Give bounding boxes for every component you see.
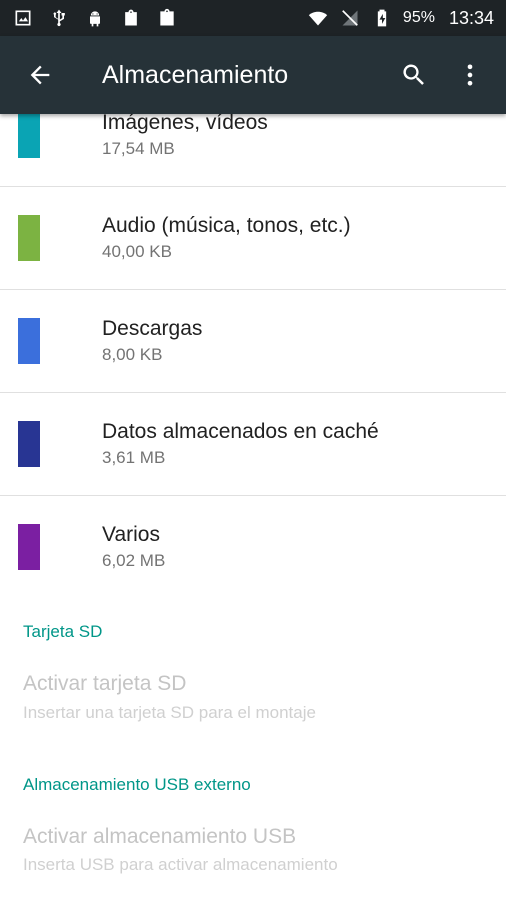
overflow-menu-button[interactable] — [442, 47, 498, 103]
page-title: Almacenamiento — [102, 60, 289, 89]
storage-item-size: 8,00 KB — [102, 345, 163, 364]
storage-item-size: 17,54 MB — [102, 139, 175, 158]
storage-item-title: Audio (música, tonos, etc.) — [102, 214, 351, 237]
storage-item-images-videos[interactable]: Imágenes, vídeos 17,54 MB — [0, 114, 506, 187]
clipboard-icon — [120, 7, 142, 29]
category-color-swatch — [18, 421, 40, 467]
category-color-swatch — [18, 215, 40, 261]
clipboard-check-icon — [156, 7, 178, 29]
status-bar: 95% 13:34 — [0, 0, 506, 36]
wifi-icon — [307, 7, 329, 29]
clock: 13:34 — [448, 7, 494, 28]
storage-item-size: 3,61 MB — [102, 448, 166, 467]
mount-sd-card-title: Activar tarjeta SD — [23, 672, 187, 695]
system-icons: 95% 13:34 — [307, 7, 494, 29]
storage-category-list: Imágenes, vídeos 17,54 MB Audio (música,… — [0, 114, 506, 599]
category-color-swatch — [18, 524, 40, 570]
battery-percentage: 95% — [402, 9, 435, 26]
arrow-back-icon — [30, 65, 50, 85]
storage-item-title: Descargas — [102, 317, 203, 340]
storage-item-size: 6,02 MB — [102, 551, 166, 570]
storage-item-cached-data[interactable]: Datos almacenados en caché 3,61 MB — [0, 393, 506, 496]
image-icon — [12, 7, 34, 29]
storage-item-audio[interactable]: Audio (música, tonos, etc.) 40,00 KB — [0, 187, 506, 290]
category-color-swatch — [18, 318, 40, 364]
more-vert-icon — [467, 64, 473, 86]
notification-icons — [12, 7, 178, 29]
storage-item-downloads[interactable]: Descargas 8,00 KB — [0, 290, 506, 393]
storage-item-size: 40,00 KB — [102, 242, 172, 261]
no-signal-icon — [339, 7, 361, 29]
category-color-swatch — [18, 114, 40, 158]
storage-item-title: Varios — [102, 523, 160, 546]
storage-item-misc[interactable]: Varios 6,02 MB — [0, 496, 506, 599]
app-bar: Almacenamiento — [0, 36, 506, 114]
sd-card-section-header: Tarjeta SD — [23, 622, 103, 641]
usb-icon — [48, 7, 70, 29]
back-button[interactable] — [12, 47, 68, 103]
search-icon — [403, 64, 424, 85]
usb-storage-section-header: Almacenamiento USB externo — [23, 775, 251, 794]
mount-usb-storage-summary: Inserta USB para activar almacenamiento — [23, 855, 338, 874]
storage-content[interactable]: Imágenes, vídeos 17,54 MB Audio (música,… — [0, 114, 506, 900]
battery-charging-icon — [371, 7, 393, 29]
app-bar-actions — [386, 47, 498, 103]
storage-item-title: Imágenes, vídeos — [102, 114, 268, 134]
android-icon — [84, 7, 106, 29]
mount-usb-storage-title: Activar almacenamiento USB — [23, 825, 297, 848]
search-button[interactable] — [386, 47, 442, 103]
mount-sd-card-summary: Insertar una tarjeta SD para el montaje — [23, 703, 316, 722]
storage-item-title: Datos almacenados en caché — [102, 420, 379, 443]
